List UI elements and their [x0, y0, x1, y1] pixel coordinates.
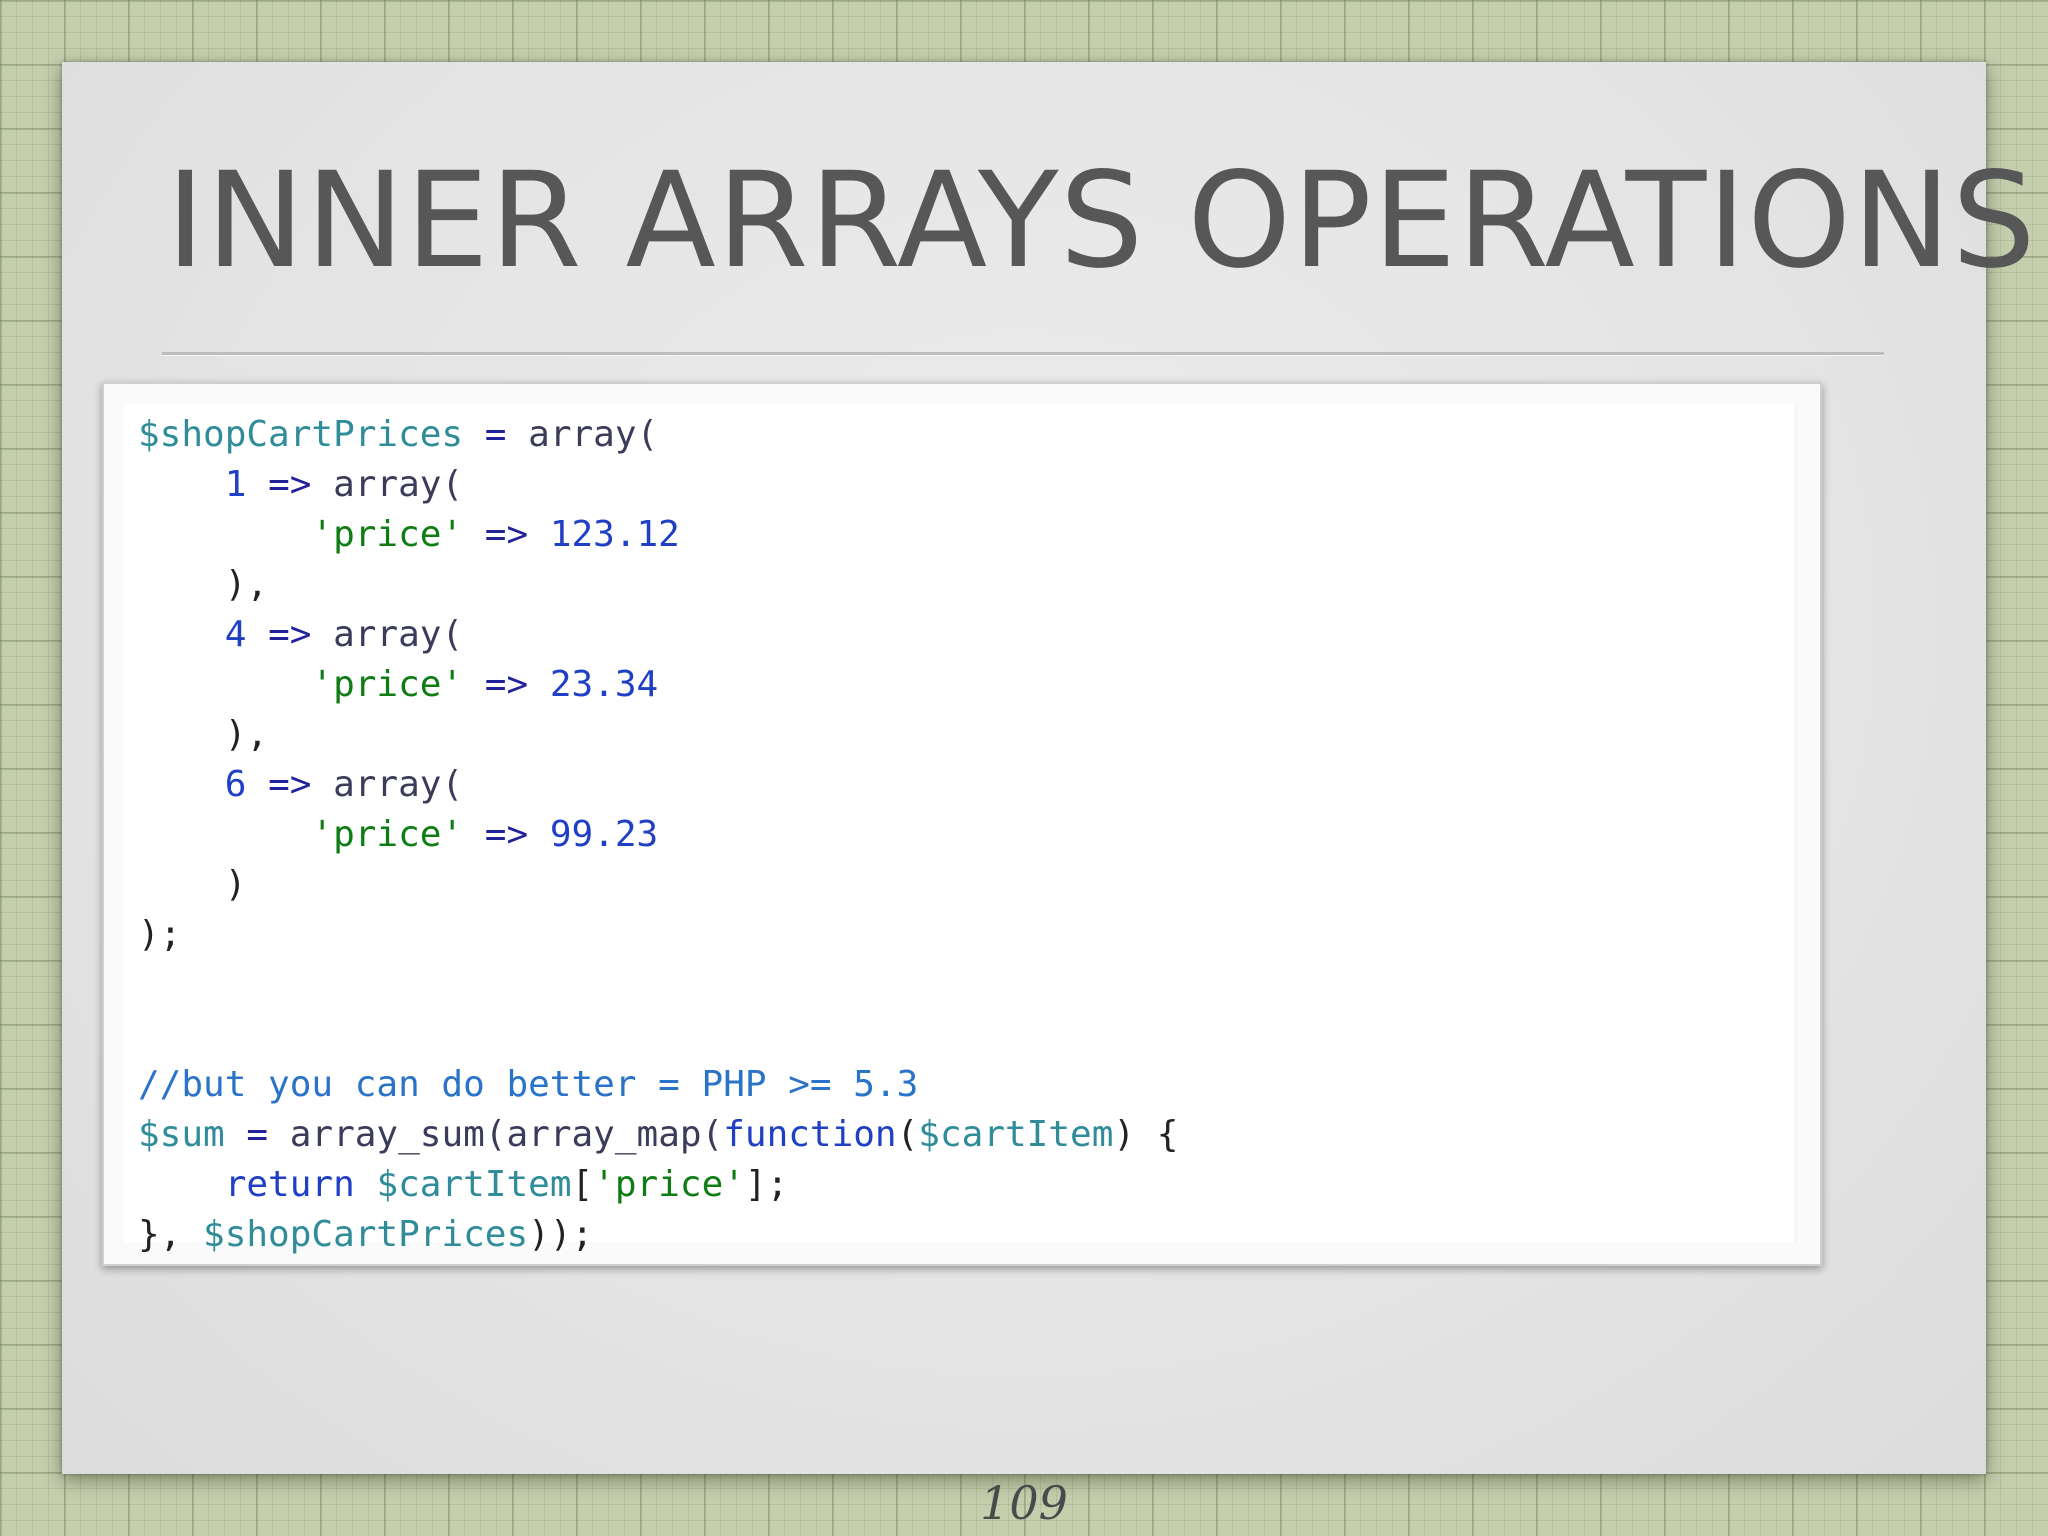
code-token: 23.34: [549, 664, 659, 705]
code-token: $cartItem: [918, 1114, 1114, 1155]
code-token: =>: [246, 614, 334, 655]
code-token: ),: [138, 714, 269, 755]
code-token: [: [571, 1164, 594, 1205]
code-token: 'price': [311, 514, 464, 555]
code-token: array(: [333, 764, 464, 805]
code-token: =>: [246, 464, 334, 505]
code-line: $sum = array_sum(array_map(function($car…: [138, 1110, 1178, 1160]
code-token: $shopCartPrices: [138, 414, 464, 455]
code-token: $sum: [138, 1114, 225, 1155]
code-line: ),: [138, 560, 1178, 610]
code-token: return: [224, 1164, 355, 1205]
code-token: 'price': [593, 1164, 745, 1205]
code-token: 'price': [311, 664, 464, 705]
code-token: 6: [224, 764, 247, 805]
code-token: ));: [528, 1214, 594, 1255]
page-number: 109: [980, 1476, 1068, 1530]
code-line: //but you can do better = PHP >= 5.3: [138, 1060, 1178, 1110]
code-token: ),: [138, 564, 269, 605]
code-token: 4: [224, 614, 247, 655]
title-divider: [162, 352, 1884, 356]
code-token: =>: [246, 764, 334, 805]
code-token: 99.23: [549, 814, 659, 855]
code-token: array(: [333, 614, 464, 655]
code-token: =: [224, 1114, 290, 1155]
code-line: return $cartItem['price'];: [138, 1160, 1178, 1210]
code-token: $shopCartPrices: [203, 1214, 529, 1255]
code-token: 1: [224, 464, 247, 505]
code-token: );: [138, 914, 182, 955]
code-token: array_sum(array_map(: [289, 1114, 724, 1155]
code-token: //but you can do better = PHP >= 5.3: [138, 1064, 919, 1105]
code-token: 123.12: [549, 514, 680, 555]
code-token: ) {: [1113, 1114, 1179, 1155]
code-token: =>: [463, 664, 550, 705]
code-token: ): [138, 864, 247, 905]
code-line: ),: [138, 710, 1178, 760]
code-token: =>: [463, 514, 550, 555]
code-token: 'price': [311, 814, 464, 855]
code-token: },: [138, 1214, 204, 1255]
code-line: 4 => array(: [138, 610, 1178, 660]
code-line: 'price' => 23.34: [138, 660, 1178, 710]
slide-title: INNER ARRAYS OPERATIONS: [166, 144, 2037, 298]
code-line: 6 => array(: [138, 760, 1178, 810]
code-line: }, $shopCartPrices));: [138, 1210, 1178, 1260]
code-line: 'price' => 99.23: [138, 810, 1178, 860]
code-token: =: [463, 414, 529, 455]
code-token: $cartItem: [376, 1164, 572, 1205]
code-line: 'price' => 123.12: [138, 510, 1178, 560]
code-line: );: [138, 910, 1178, 960]
code-token: (: [896, 1114, 919, 1155]
code-token: ];: [744, 1164, 789, 1205]
code-block: $shopCartPrices = array( 1 => array( 'pr…: [138, 410, 1178, 1260]
code-token: function: [723, 1114, 897, 1155]
code-line: ): [138, 860, 1178, 910]
code-line: $shopCartPrices = array(: [138, 410, 1178, 460]
code-token: array(: [333, 464, 464, 505]
code-token: =>: [463, 814, 550, 855]
code-token: array(: [528, 414, 659, 455]
code-line: 1 => array(: [138, 460, 1178, 510]
